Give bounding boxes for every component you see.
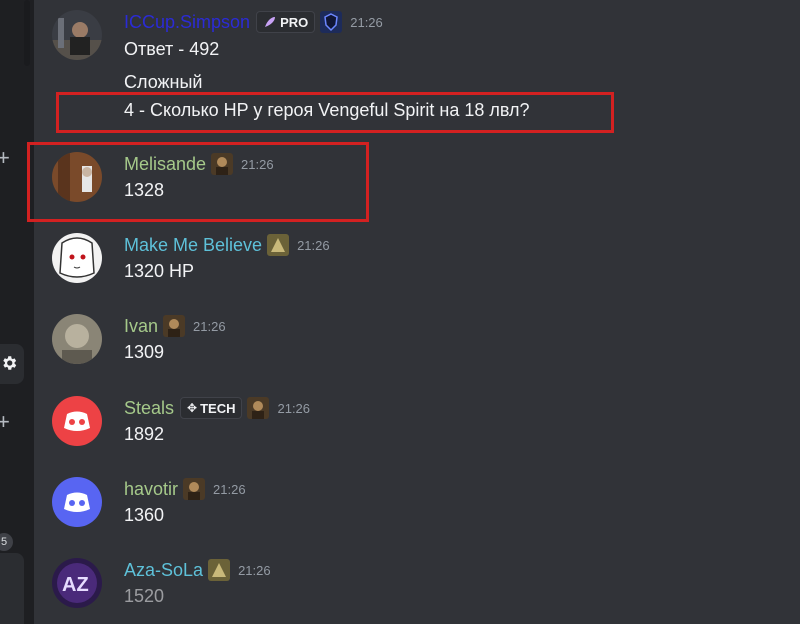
username[interactable]: ICCup.Simpson	[124, 12, 250, 33]
highlight-annotation	[27, 142, 369, 222]
message-text: 1892	[124, 424, 165, 444]
tech-icon: ✥	[187, 401, 198, 415]
timestamp: 21:26	[297, 237, 330, 253]
message-text: 1520	[124, 586, 165, 606]
username[interactable]: Aza-SoLa	[124, 560, 203, 581]
message-text: Сложный	[124, 72, 203, 92]
avatar[interactable]: AZ	[52, 558, 102, 608]
message-text: Ответ - 492	[124, 39, 220, 59]
timestamp: 21:26	[277, 400, 311, 416]
add-icon[interactable]: +	[0, 147, 10, 169]
hero-icon[interactable]	[267, 234, 290, 256]
hero-icon[interactable]	[163, 315, 186, 337]
username[interactable]: havotir	[124, 479, 178, 500]
server-rail: + + 5	[0, 0, 34, 624]
shield-icon[interactable]	[320, 11, 343, 33]
timestamp: 21:26	[238, 562, 271, 578]
gear-icon	[3, 356, 17, 370]
rail-scrollbar[interactable]	[24, 0, 30, 66]
timestamp: 21:26	[350, 14, 383, 30]
message-text: 1360	[124, 505, 165, 525]
hero-icon[interactable]	[183, 478, 206, 500]
unread-badge: 5	[0, 533, 13, 551]
timestamp: 21:26	[213, 481, 246, 497]
timestamp: 21:26	[193, 318, 226, 334]
pro-badge[interactable]: PRO	[256, 11, 316, 33]
message-text: 1320 HP	[124, 261, 195, 281]
username[interactable]: Make Me Believe	[124, 235, 262, 256]
username[interactable]: Ivan	[124, 316, 158, 337]
avatar[interactable]	[52, 314, 102, 364]
chat-messages: ICCup.Simpson PRO 21:26 Ответ - 492 Слож…	[27, 0, 800, 624]
svg-text:AZ: AZ	[62, 574, 89, 596]
feather-icon	[265, 17, 276, 27]
hero-icon[interactable]	[247, 397, 270, 419]
tech-badge[interactable]: ✥ TECH	[180, 397, 243, 419]
add-icon[interactable]: +	[0, 411, 10, 433]
rail-panel	[0, 553, 24, 624]
message-text: 1309	[124, 342, 165, 362]
avatar[interactable]	[52, 477, 102, 527]
settings-button[interactable]	[0, 344, 24, 384]
avatar[interactable]	[52, 10, 102, 60]
avatar[interactable]	[52, 233, 102, 283]
avatar[interactable]	[52, 396, 102, 446]
highlight-annotation	[56, 92, 614, 133]
username[interactable]: Steals	[124, 398, 174, 419]
hero-icon[interactable]	[208, 559, 231, 581]
